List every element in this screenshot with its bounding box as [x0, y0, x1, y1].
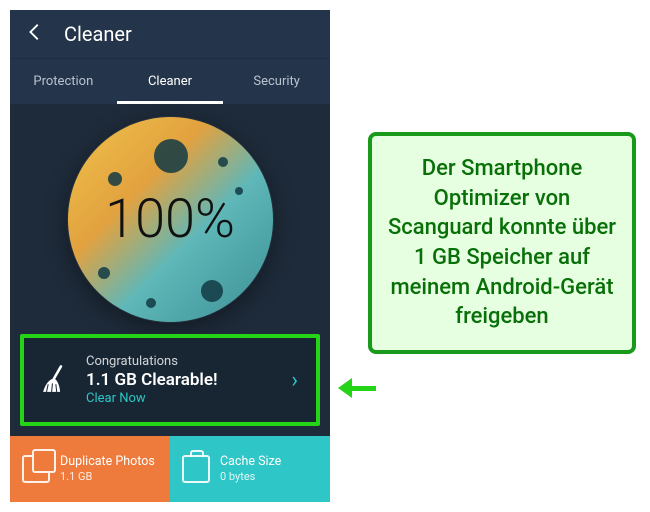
app-screenshot: Cleaner Protection Cleaner Security 100% — [10, 10, 330, 502]
tabs: Protection Cleaner Security — [10, 58, 330, 104]
bottom-tiles: Duplicate Photos 1.1 GB Cache Size 0 byt… — [10, 436, 330, 502]
annotation-callout: Der Smartphone Optimizer von Scanguard k… — [368, 132, 636, 354]
callout-text: Der Smartphone Optimizer von Scanguard k… — [388, 156, 616, 329]
scan-result-card[interactable]: Congratulations 1.1 GB Clearable! Clear … — [20, 334, 320, 426]
scan-result-text: Congratulations 1.1 GB Clearable! Clear … — [86, 354, 277, 406]
progress-percent: 100% — [68, 117, 273, 322]
clear-now-link[interactable]: Clear Now — [86, 391, 277, 406]
tile-title: Cache Size — [220, 454, 281, 470]
folder-icon — [182, 455, 210, 483]
arrow-shaft — [346, 386, 376, 391]
tile-cache-size[interactable]: Cache Size 0 bytes — [170, 436, 330, 502]
duplicate-photos-icon — [22, 455, 50, 483]
progress-disc: 100% — [68, 117, 273, 322]
tile-title: Duplicate Photos — [60, 454, 155, 470]
broom-icon — [38, 363, 72, 397]
tab-security[interactable]: Security — [223, 59, 330, 104]
tile-subtitle: 1.1 GB — [60, 470, 155, 484]
scan-congrats-label: Congratulations — [86, 354, 277, 369]
tile-duplicate-photos[interactable]: Duplicate Photos 1.1 GB — [10, 436, 170, 502]
titlebar: Cleaner — [10, 10, 330, 58]
tab-protection[interactable]: Protection — [10, 59, 117, 104]
tab-cleaner[interactable]: Cleaner — [117, 59, 224, 104]
tile-subtitle: 0 bytes — [220, 470, 281, 484]
back-icon[interactable] — [24, 21, 46, 47]
chevron-right-icon[interactable]: › — [291, 368, 302, 393]
page-title: Cleaner — [64, 22, 132, 46]
hero: 100% — [10, 104, 330, 334]
scan-clearable-value: 1.1 GB Clearable! — [86, 370, 277, 390]
annotation-arrow — [338, 378, 376, 398]
